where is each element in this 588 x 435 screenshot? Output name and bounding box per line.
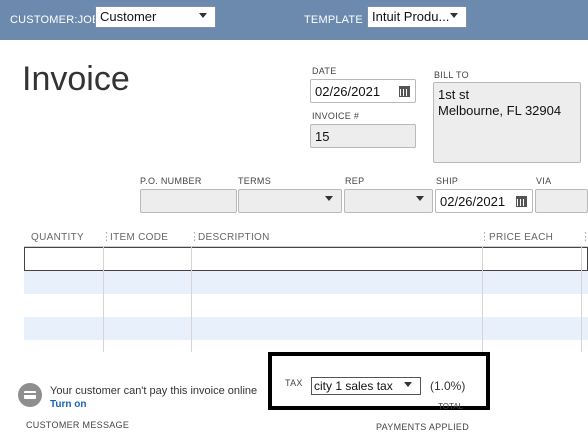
template-label: TEMPLATE bbox=[304, 14, 363, 26]
date-label: DATE bbox=[312, 66, 337, 76]
column-gridline bbox=[581, 247, 582, 352]
table-row[interactable] bbox=[24, 340, 588, 352]
po-number-label: P.O. NUMBER bbox=[140, 176, 202, 186]
column-gridline bbox=[103, 247, 104, 352]
customer-message-label: CUSTOMER MESSAGE bbox=[26, 420, 130, 430]
template-dropdown[interactable]: Intuit Produ... bbox=[367, 6, 467, 28]
tax-label: TAX bbox=[285, 378, 303, 388]
credit-card-icon bbox=[18, 383, 42, 407]
via-field[interactable] bbox=[535, 189, 588, 213]
table-row[interactable] bbox=[24, 247, 588, 271]
chevron-down-icon bbox=[404, 382, 416, 390]
invoice-number-field[interactable]: 15 bbox=[310, 124, 416, 148]
po-number-field[interactable] bbox=[140, 189, 237, 213]
calendar-icon[interactable] bbox=[516, 196, 527, 207]
column-divider[interactable]: ⋮ bbox=[580, 230, 588, 243]
column-header-item-code[interactable]: ITEM CODE bbox=[110, 232, 168, 243]
table-row[interactable] bbox=[24, 317, 588, 340]
customer-job-label: CUSTOMER:JOB bbox=[10, 14, 100, 26]
page-title: Invoice bbox=[22, 60, 130, 98]
rep-dropdown[interactable] bbox=[344, 189, 433, 213]
chevron-down-icon bbox=[450, 13, 462, 21]
bill-to-line-1: 1st st bbox=[438, 87, 470, 102]
column-header-description[interactable]: DESCRIPTION bbox=[198, 232, 270, 243]
online-payment-message: Your customer can't pay this invoice onl… bbox=[50, 385, 258, 397]
tax-rate: (1.0%) bbox=[430, 379, 466, 393]
terms-dropdown[interactable] bbox=[238, 189, 342, 213]
column-gridline bbox=[482, 247, 483, 352]
table-row[interactable] bbox=[24, 271, 588, 294]
ship-date-field[interactable]: 02/26/2021 bbox=[435, 189, 533, 213]
customer-job-dropdown[interactable]: Customer bbox=[95, 6, 216, 28]
invoice-number-label: INVOICE # bbox=[312, 111, 360, 121]
chevron-down-icon bbox=[325, 196, 337, 204]
chevron-down-icon bbox=[199, 13, 211, 21]
date-field[interactable]: 02/26/2021 bbox=[310, 79, 416, 103]
bill-to-field[interactable]: 1st st Melbourne, FL 32904 bbox=[433, 82, 581, 163]
column-header-price-each[interactable]: PRICE EACH bbox=[489, 232, 553, 243]
column-gridline bbox=[191, 247, 192, 352]
payments-applied-label: PAYMENTS APPLIED bbox=[376, 422, 469, 432]
ship-label: SHIP bbox=[436, 176, 459, 186]
tax-dropdown[interactable]: city 1 sales tax bbox=[311, 377, 421, 395]
calendar-icon[interactable] bbox=[399, 86, 410, 97]
chevron-down-icon bbox=[416, 196, 428, 204]
bill-to-line-2: Melbourne, FL 32904 bbox=[438, 103, 562, 118]
customer-job-value: Customer bbox=[100, 9, 157, 24]
via-label: VIA bbox=[536, 176, 552, 186]
total-label: TOTAL bbox=[438, 402, 464, 411]
template-value: Intuit Produ... bbox=[372, 9, 450, 24]
column-header-quantity[interactable]: QUANTITY bbox=[31, 232, 84, 243]
table-row[interactable] bbox=[24, 294, 588, 317]
terms-label: TERMS bbox=[238, 176, 271, 186]
line-items-table bbox=[24, 246, 588, 352]
bill-to-label: BILL TO bbox=[434, 70, 469, 80]
date-value: 02/26/2021 bbox=[315, 84, 381, 99]
rep-label: REP bbox=[345, 176, 365, 186]
tax-value: city 1 sales tax bbox=[314, 379, 393, 393]
invoice-number-value: 15 bbox=[315, 129, 330, 144]
turn-on-link[interactable]: Turn on bbox=[50, 399, 86, 410]
ship-date-value: 02/26/2021 bbox=[440, 194, 506, 209]
